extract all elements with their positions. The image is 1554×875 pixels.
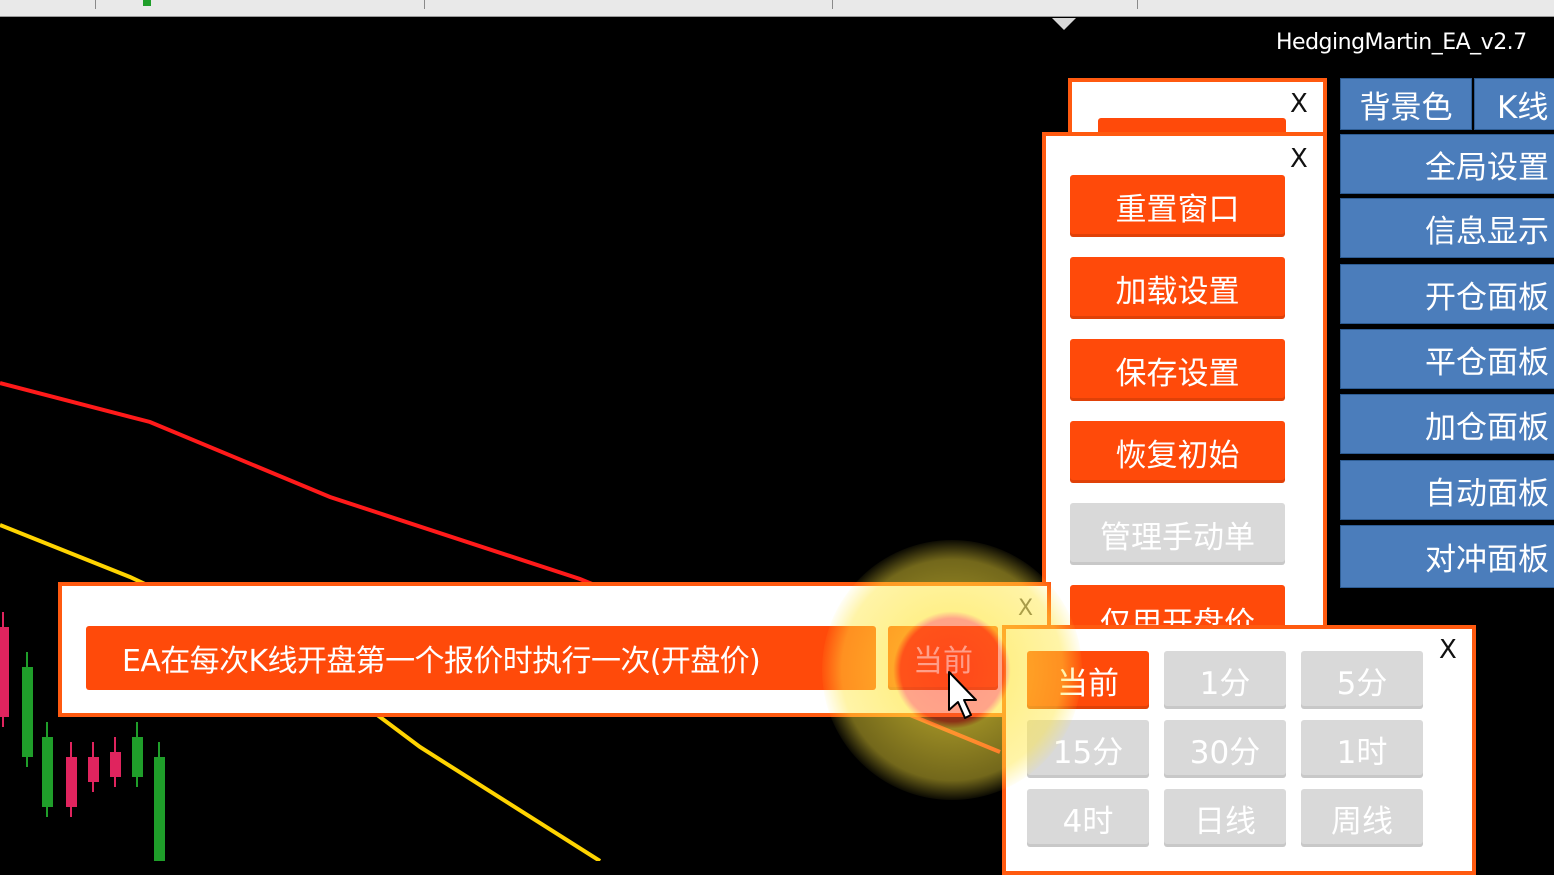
timeframe-panel-close-icon[interactable]: X xyxy=(1439,637,1457,663)
timeframe-current-option[interactable]: 当前 xyxy=(1027,651,1149,709)
timeframe-5m-option[interactable]: 5分 xyxy=(1301,651,1423,709)
open-price-only-button-clip: 仅用开盘价 xyxy=(1070,585,1285,628)
candlestick xyxy=(42,722,53,817)
candlestick xyxy=(66,742,77,817)
timeframe-weekly-option[interactable]: 周线 xyxy=(1301,789,1423,847)
open-price-only-button[interactable]: 仅用开盘价 xyxy=(1070,585,1285,628)
toolbar-indicator-icon xyxy=(143,0,151,6)
info-display-button[interactable]: 信息显示 xyxy=(1340,198,1554,258)
top-toolbar-strip xyxy=(0,0,1554,17)
mouse-pointer-icon xyxy=(948,671,977,719)
timeframe-15m-option[interactable]: 15分 xyxy=(1027,720,1149,778)
candlestick xyxy=(88,742,99,792)
timeframe-1m-option[interactable]: 1分 xyxy=(1164,651,1286,709)
candlestick xyxy=(22,652,33,767)
timeframe-1h-option[interactable]: 1时 xyxy=(1301,720,1423,778)
reset-window-button[interactable]: 重置窗口 xyxy=(1070,175,1285,237)
manage-manual-orders-button[interactable]: 管理手动单 xyxy=(1070,503,1285,565)
candlestick xyxy=(110,737,121,787)
candlestick xyxy=(132,722,143,787)
load-settings-button[interactable]: 加载设置 xyxy=(1070,257,1285,319)
candle-color-button[interactable]: K线 xyxy=(1474,78,1554,130)
toolbar-separator xyxy=(832,0,833,9)
execution-mode-panel: EA在每次K线开盘第一个报价时执行一次(开盘价) 当前 X xyxy=(58,582,1051,717)
toolbar-separator xyxy=(424,0,425,9)
settings-panel-close-icon[interactable]: X xyxy=(1290,146,1308,172)
candlestick xyxy=(154,742,165,861)
global-settings-button[interactable]: 全局设置 xyxy=(1340,134,1554,194)
candlestick xyxy=(0,612,9,727)
execution-mode-description[interactable]: EA在每次K线开盘第一个报价时执行一次(开盘价) xyxy=(86,626,876,690)
background-color-button[interactable]: 背景色 xyxy=(1340,78,1472,130)
timeframe-30m-option[interactable]: 30分 xyxy=(1164,720,1286,778)
restore-defaults-button[interactable]: 恢复初始 xyxy=(1070,421,1285,483)
timeframe-daily-option[interactable]: 日线 xyxy=(1164,789,1286,847)
toolbar-separator xyxy=(95,0,96,9)
back-panel-close-icon[interactable]: X xyxy=(1290,91,1308,117)
execution-panel-close-icon[interactable]: X xyxy=(1018,598,1033,620)
hedge-panel-button[interactable]: 对冲面板 xyxy=(1340,525,1554,588)
add-position-panel-button[interactable]: 加仓面板 xyxy=(1340,394,1554,454)
open-position-panel-button[interactable]: 开仓面板 xyxy=(1340,264,1554,324)
toolbar-separator xyxy=(1137,0,1138,9)
auto-panel-button[interactable]: 自动面板 xyxy=(1340,460,1554,520)
close-position-panel-button[interactable]: 平仓面板 xyxy=(1340,329,1554,389)
save-settings-button[interactable]: 保存设置 xyxy=(1070,339,1285,401)
timeframe-4h-option[interactable]: 4时 xyxy=(1027,789,1149,847)
ea-name-label: HedgingMartin_EA_v2.7 xyxy=(1276,30,1527,55)
